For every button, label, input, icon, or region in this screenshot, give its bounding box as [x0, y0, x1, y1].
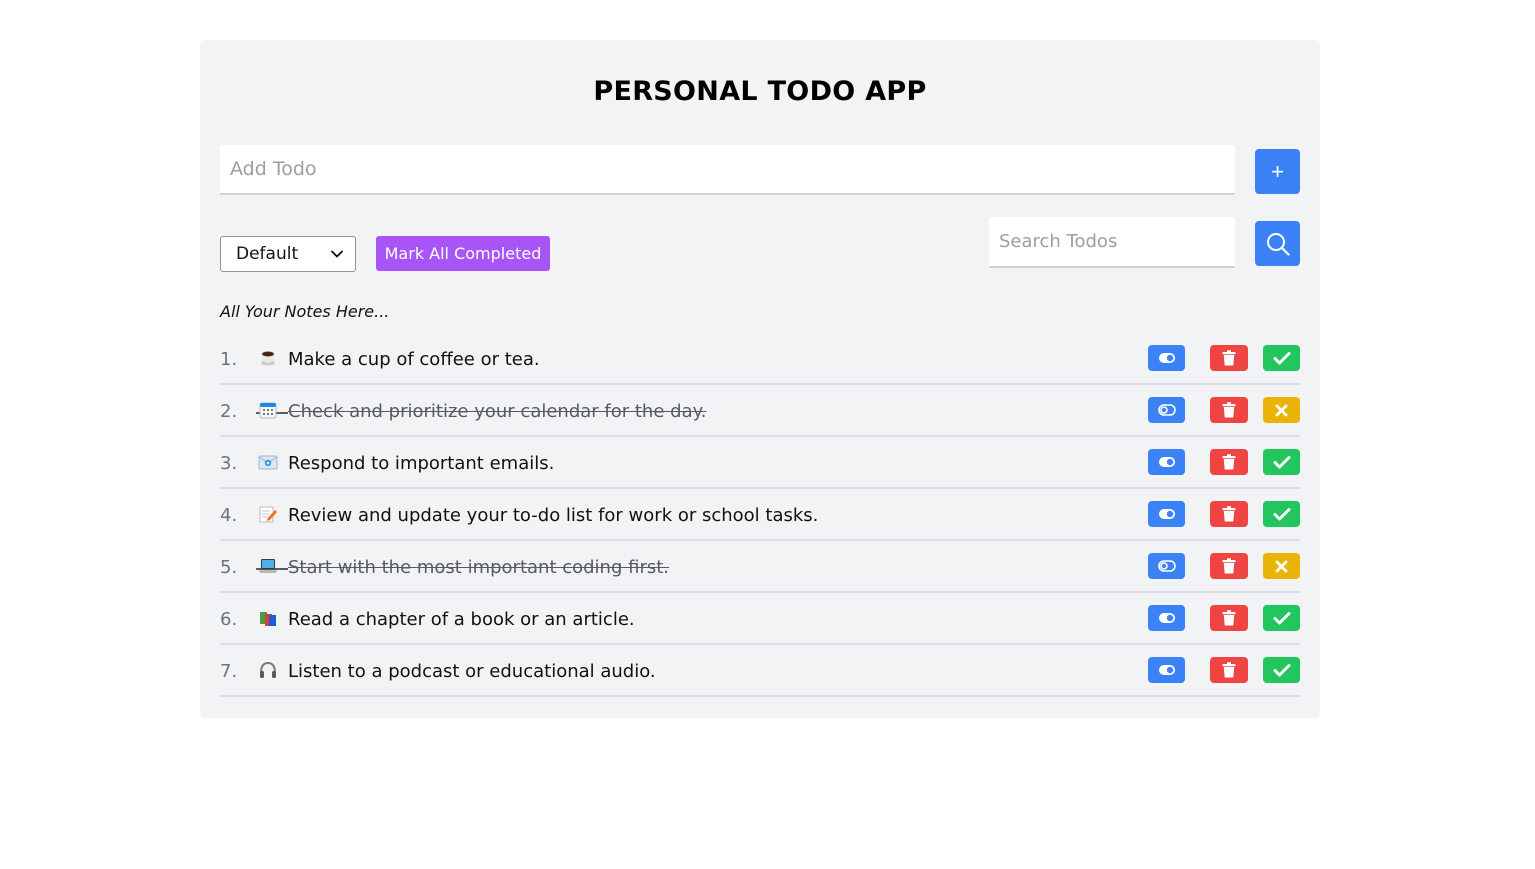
toggle-on-icon — [1158, 665, 1175, 675]
toggle-off-icon — [1157, 560, 1176, 572]
todo-number: 6. — [220, 609, 238, 630]
delete-todo-button[interactable] — [1210, 657, 1248, 683]
search-icon — [1266, 232, 1290, 256]
undo-complete-button[interactable] — [1263, 553, 1300, 579]
headphones-icon — [258, 660, 278, 680]
delete-todo-button[interactable] — [1210, 501, 1248, 527]
complete-todo-button[interactable] — [1263, 345, 1300, 371]
todo-text: Listen to a podcast or educational audio… — [288, 661, 656, 682]
todo-item: 5. Start with the most important coding … — [220, 541, 1300, 593]
todo-item: 6. Read a chapter of a book or an articl… — [220, 593, 1300, 645]
toggle-off-icon — [1157, 404, 1176, 416]
todo-item: 3. Respond to important emails. — [220, 437, 1300, 489]
todo-text: Check and prioritize your calendar for t… — [288, 401, 707, 422]
trash-icon — [1222, 610, 1236, 626]
laptop-icon — [258, 556, 278, 576]
close-icon — [1275, 404, 1288, 416]
notes-heading: All Your Notes Here... — [220, 302, 390, 321]
add-todo-button[interactable]: + — [1255, 149, 1300, 194]
todo-item: 7. Listen to a podcast or educational au… — [220, 645, 1300, 697]
todo-text: Review and update your to-do list for wo… — [288, 505, 819, 526]
toggle-todo-button[interactable] — [1148, 345, 1185, 371]
delete-todo-button[interactable] — [1210, 553, 1248, 579]
add-todo-input[interactable] — [220, 145, 1235, 195]
delete-todo-button[interactable] — [1210, 605, 1248, 631]
toggle-todo-button[interactable] — [1148, 501, 1185, 527]
toggle-todo-button[interactable] — [1148, 449, 1185, 475]
close-icon — [1275, 560, 1288, 572]
todo-number: 4. — [220, 505, 238, 526]
todo-number: 2. — [220, 401, 238, 422]
delete-todo-button[interactable] — [1210, 397, 1248, 423]
check-icon — [1273, 508, 1290, 521]
todo-list: 1. Make a cup of coffee or tea. 2. Check … — [220, 333, 1300, 697]
trash-icon — [1222, 454, 1236, 470]
todo-item: 4. Review and update your to-do list for… — [220, 489, 1300, 541]
toggle-todo-button[interactable] — [1148, 397, 1185, 423]
trash-icon — [1222, 402, 1236, 418]
search-button[interactable] — [1255, 221, 1300, 266]
todo-app-card: PERSONAL TODO APP + Default Mark All Com… — [200, 40, 1320, 718]
trash-icon — [1222, 558, 1236, 574]
todo-item: 1. Make a cup of coffee or tea. — [220, 333, 1300, 385]
todo-number: 7. — [220, 661, 238, 682]
filter-selected-value: Default — [236, 244, 299, 264]
todo-text: Make a cup of coffee or tea. — [288, 349, 540, 370]
todo-number: 5. — [220, 557, 238, 578]
undo-complete-button[interactable] — [1263, 397, 1300, 423]
todo-number: 3. — [220, 453, 238, 474]
delete-todo-button[interactable] — [1210, 449, 1248, 475]
trash-icon — [1222, 662, 1236, 678]
check-icon — [1273, 664, 1290, 677]
search-input[interactable] — [989, 217, 1235, 268]
check-icon — [1273, 352, 1290, 365]
filter-select[interactable]: Default — [220, 236, 356, 272]
trash-icon — [1222, 350, 1236, 366]
check-icon — [1273, 456, 1290, 469]
todo-number: 1. — [220, 349, 238, 370]
trash-icon — [1222, 506, 1236, 522]
toggle-todo-button[interactable] — [1148, 605, 1185, 631]
toggle-on-icon — [1158, 457, 1175, 467]
check-icon — [1273, 612, 1290, 625]
todo-text: Read a chapter of a book or an article. — [288, 609, 635, 630]
delete-todo-button[interactable] — [1210, 345, 1248, 371]
calendar-icon — [258, 400, 278, 420]
todo-text: Start with the most important coding fir… — [288, 557, 670, 578]
complete-todo-button[interactable] — [1263, 501, 1300, 527]
toggle-todo-button[interactable] — [1148, 657, 1185, 683]
toggle-todo-button[interactable] — [1148, 553, 1185, 579]
books-icon — [258, 608, 278, 628]
toggle-on-icon — [1158, 613, 1175, 623]
chevron-down-icon — [331, 250, 343, 258]
complete-todo-button[interactable] — [1263, 449, 1300, 475]
email-icon — [258, 452, 278, 472]
toggle-on-icon — [1158, 509, 1175, 519]
complete-todo-button[interactable] — [1263, 657, 1300, 683]
toggle-on-icon — [1158, 353, 1175, 363]
todo-item: 2. Check and prioritize your calendar fo… — [220, 385, 1300, 437]
todo-text: Respond to important emails. — [288, 453, 555, 474]
page-title: PERSONAL TODO APP — [593, 76, 927, 107]
mark-all-completed-button[interactable]: Mark All Completed — [376, 236, 550, 271]
memo-pencil-icon — [258, 504, 278, 524]
complete-todo-button[interactable] — [1263, 605, 1300, 631]
coffee-cup-icon — [258, 348, 278, 368]
